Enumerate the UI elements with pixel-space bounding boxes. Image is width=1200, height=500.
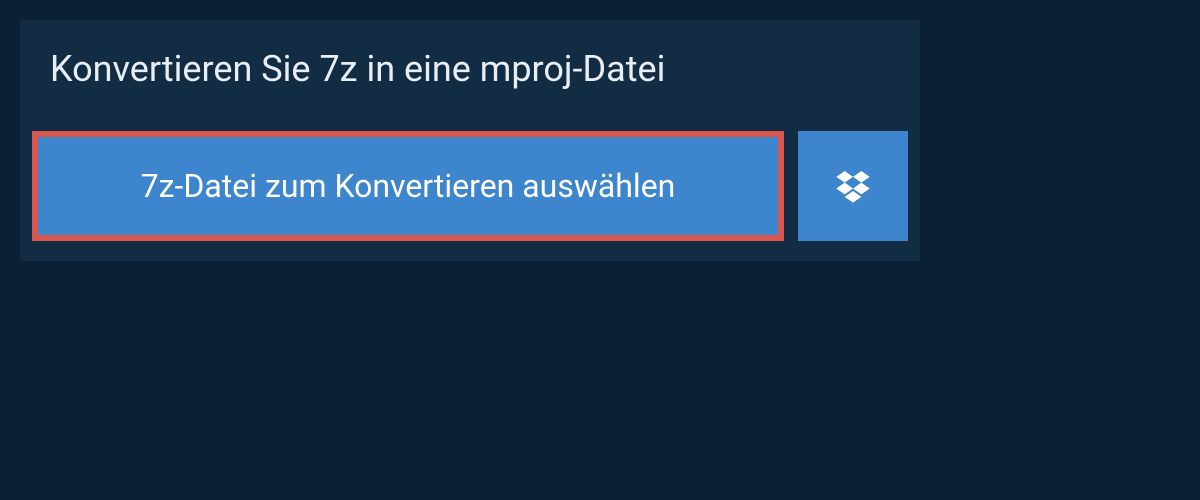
- converter-panel: Konvertieren Sie 7z in eine mproj-Datei …: [20, 20, 920, 261]
- button-row: 7z-Datei zum Konvertieren auswählen: [20, 119, 920, 261]
- dropbox-icon: [833, 166, 873, 206]
- select-file-button[interactable]: 7z-Datei zum Konvertieren auswählen: [32, 131, 784, 241]
- dropbox-button[interactable]: [798, 131, 908, 241]
- page-title: Konvertieren Sie 7z in eine mproj-Datei: [20, 20, 920, 119]
- select-file-button-label: 7z-Datei zum Konvertieren auswählen: [141, 167, 676, 205]
